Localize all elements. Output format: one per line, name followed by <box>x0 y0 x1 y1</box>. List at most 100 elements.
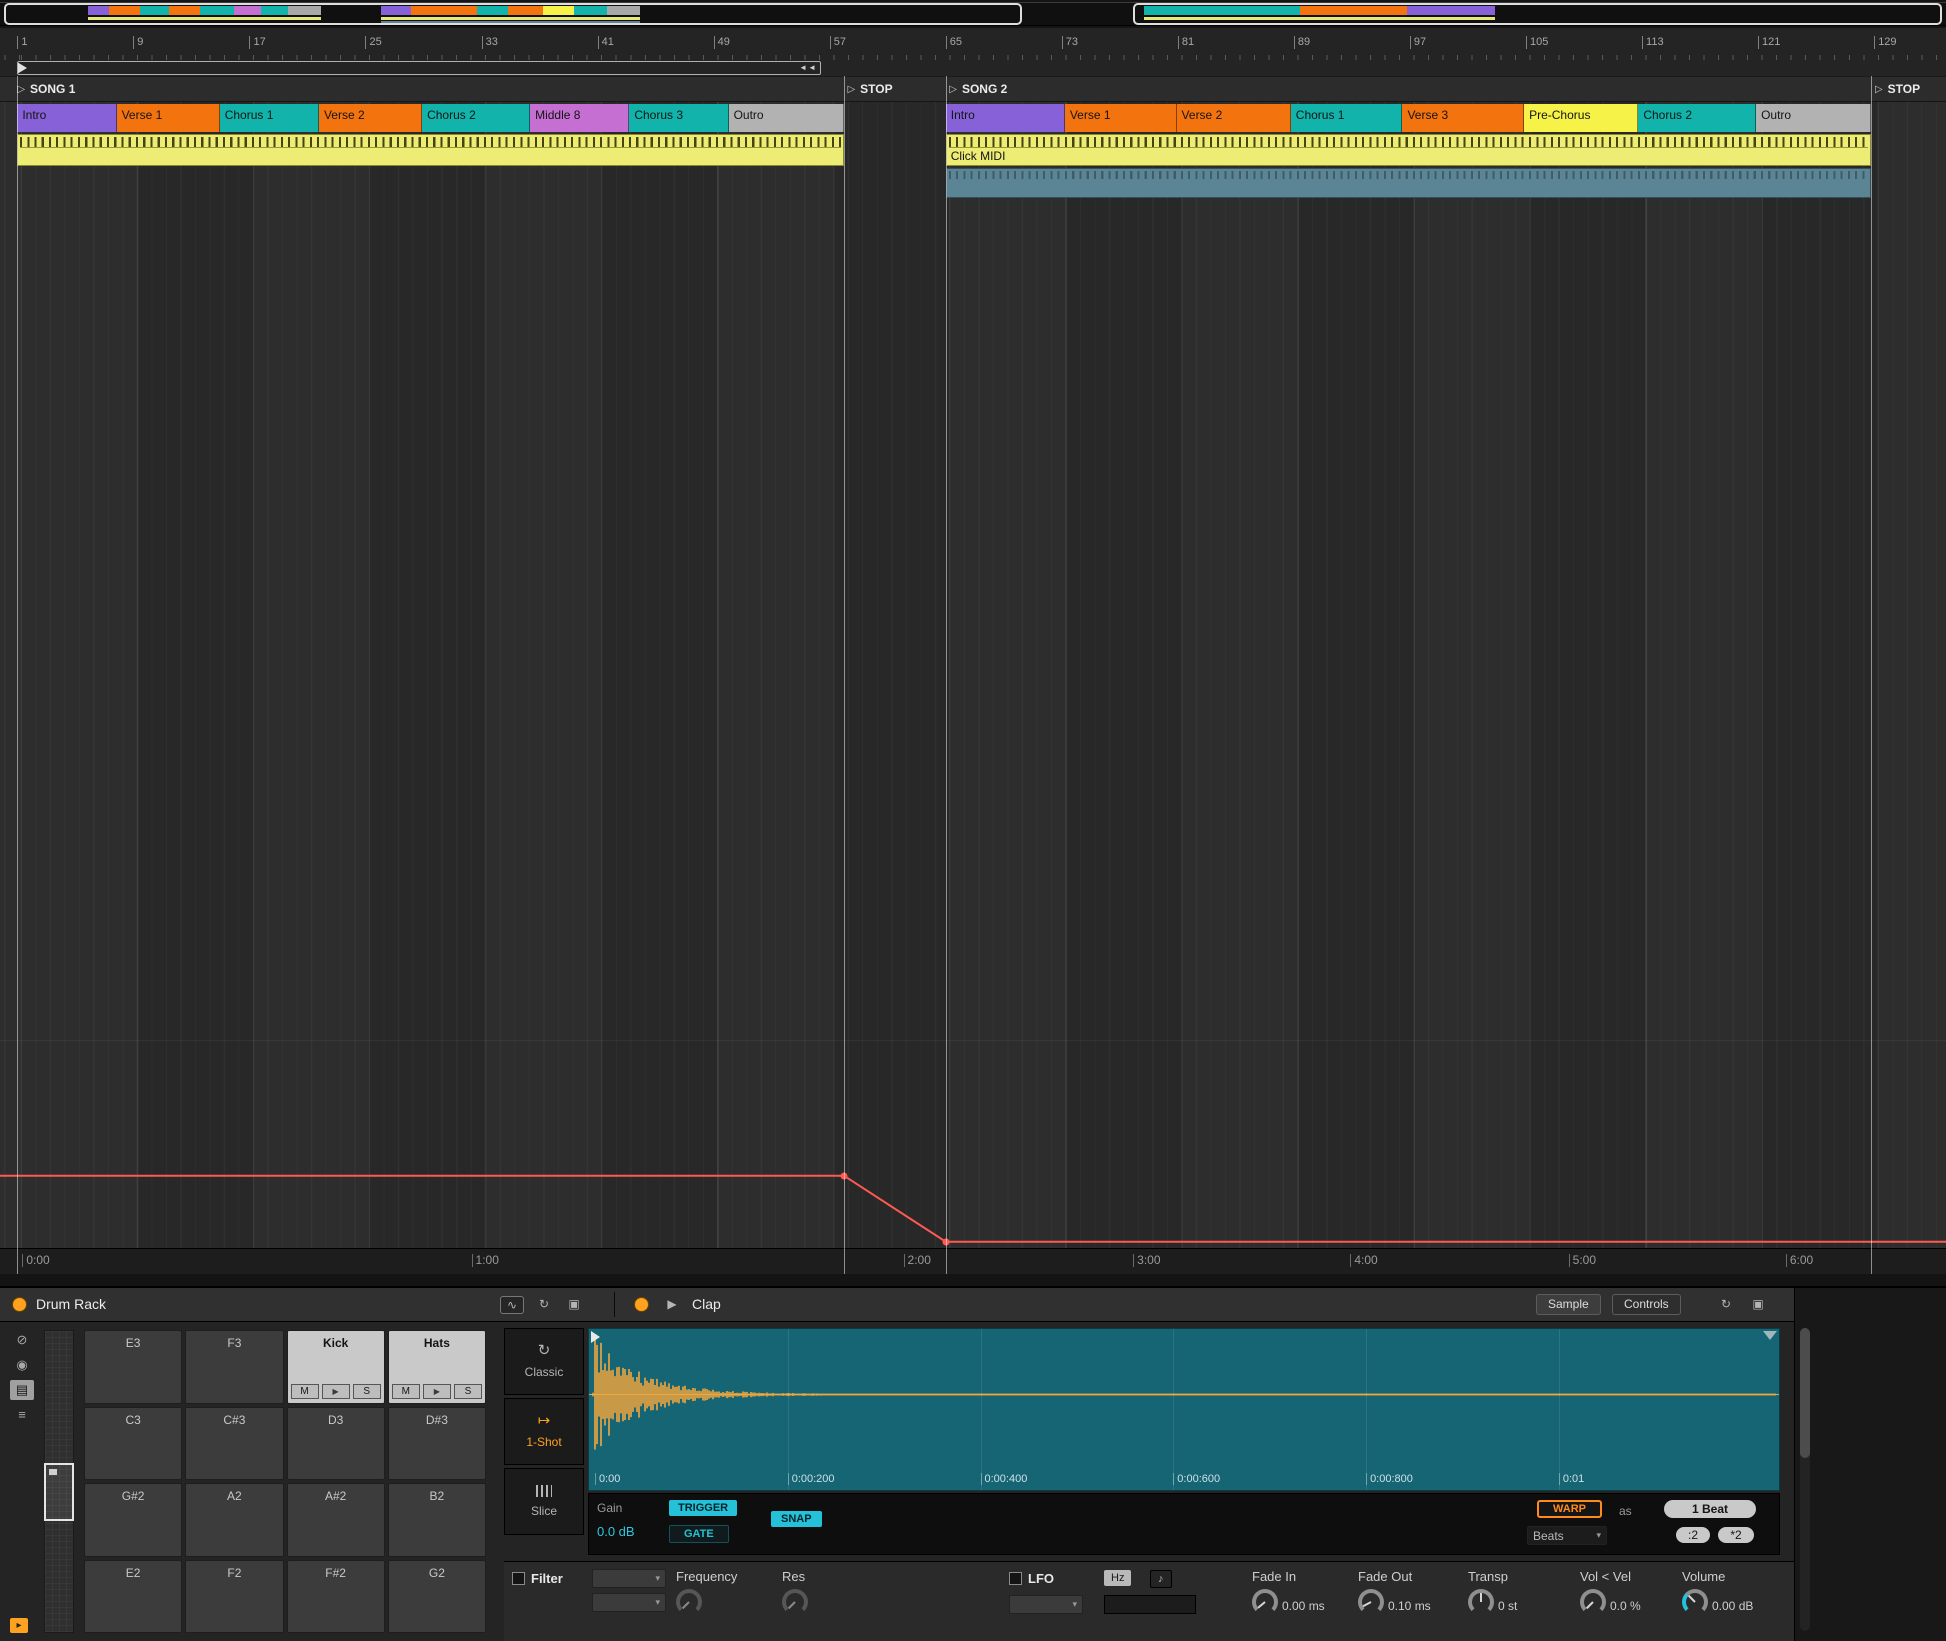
receive-icon[interactable]: ◉ <box>10 1355 34 1375</box>
section-clip-chorus-2[interactable]: Chorus 2 <box>1638 104 1756 132</box>
pad-solo-button[interactable]: S <box>353 1384 381 1399</box>
fold-device-button[interactable]: ▸ <box>10 1618 28 1633</box>
pad-play-icon[interactable]: ▶ <box>322 1384 350 1399</box>
time-ruler[interactable]: 0:001:002:003:004:005:006:00 <box>0 1248 1946 1274</box>
pad-play-icon[interactable]: ▶ <box>423 1384 451 1399</box>
section-clip-verse-2[interactable]: Verse 2 <box>1177 104 1291 132</box>
lfo-shape-select[interactable]: ▾ <box>1009 1595 1083 1614</box>
loop-brace[interactable]: ◄◄ <box>17 61 821 75</box>
save-preset-icon[interactable]: ▣ <box>562 1296 586 1314</box>
lfo-hz-button[interactable]: Hz <box>1104 1570 1131 1586</box>
filter-type-select[interactable]: ▾ <box>592 1569 666 1588</box>
transpose-knob[interactable] <box>1468 1589 1494 1615</box>
volume-value[interactable]: 0.00 dB <box>1712 1599 1753 1615</box>
hot-swap-icon[interactable]: ↻ <box>532 1296 556 1314</box>
section-clip-middle-8[interactable]: Middle 8 <box>530 104 629 132</box>
mode-classic-button[interactable]: ↻ Classic <box>504 1328 584 1395</box>
click-midi-clip[interactable]: Click MIDI <box>946 134 1872 166</box>
section-clip-chorus-1[interactable]: Chorus 1 <box>1291 104 1403 132</box>
mode-slice-button[interactable]: Slice <box>504 1468 584 1535</box>
locator-stop[interactable]: ▷STOP <box>847 77 892 101</box>
arrangement-grid[interactable] <box>0 200 1946 1248</box>
chain-list-icon[interactable]: ≡ <box>10 1405 34 1425</box>
drum-pad-e3[interactable]: E3 <box>84 1330 182 1404</box>
fade-in-value[interactable]: 0.00 ms <box>1282 1599 1325 1615</box>
drum-pad-f-2[interactable]: F#2 <box>287 1560 385 1634</box>
warp-button[interactable]: WARP <box>1537 1500 1602 1518</box>
frequency-knob[interactable] <box>676 1589 702 1615</box>
section-clip-verse-2[interactable]: Verse 2 <box>319 104 422 132</box>
audio-clip[interactable] <box>946 168 1872 198</box>
locator-song-1[interactable]: ▷SONG 1 <box>17 77 75 101</box>
section-clip-chorus-3[interactable]: Chorus 3 <box>629 104 728 132</box>
drum-pad-g2[interactable]: G2 <box>388 1560 486 1634</box>
lfo-checkbox[interactable] <box>1009 1572 1022 1585</box>
section-clip-verse-1[interactable]: Verse 1 <box>117 104 220 132</box>
volume-knob[interactable] <box>1682 1589 1708 1615</box>
macro-wave-icon[interactable]: ∿ <box>500 1296 524 1314</box>
lfo-rate-field[interactable] <box>1104 1595 1196 1614</box>
gate-button[interactable]: GATE <box>669 1525 729 1543</box>
section-clip-verse-3[interactable]: Verse 3 <box>1402 104 1524 132</box>
pad-mute-button[interactable]: M <box>392 1384 420 1399</box>
drum-pad-f3[interactable]: F3 <box>185 1330 283 1404</box>
overview-view-box[interactable] <box>1133 3 1943 25</box>
mode-one-shot-button[interactable]: ↦ 1-Shot <box>504 1398 584 1465</box>
fade-out-value[interactable]: 0.10 ms <box>1388 1599 1431 1615</box>
drum-pad-d-3[interactable]: D#3 <box>388 1407 486 1481</box>
drum-pad-kick[interactable]: KickM▶S <box>287 1330 385 1404</box>
vol-vel-knob[interactable] <box>1580 1589 1606 1615</box>
drum-pad-b2[interactable]: B2 <box>388 1483 486 1557</box>
filter-slope-select[interactable]: ▾ <box>592 1593 666 1612</box>
bar-ruler[interactable]: ◄◄ 191725334149576573818997105113121129 <box>0 34 1946 76</box>
click-midi-clip[interactable] <box>17 134 844 166</box>
section-clip-outro[interactable]: Outro <box>1756 104 1871 132</box>
waveform-display[interactable]: 0:000:00:2000:00:4000:00:6000:00:8000:01 <box>588 1328 1780 1491</box>
hot-swap-icon[interactable]: ↻ <box>1714 1296 1738 1314</box>
section-clip-pre-chorus[interactable]: Pre-Chorus <box>1524 104 1638 132</box>
drum-pad-g-2[interactable]: G#2 <box>84 1483 182 1557</box>
clap-on-toggle[interactable] <box>634 1297 649 1312</box>
vertical-scrollbar[interactable] <box>1800 1328 1810 1631</box>
section-clip-verse-1[interactable]: Verse 1 <box>1065 104 1177 132</box>
res-knob[interactable] <box>782 1589 808 1615</box>
warp-size-button[interactable]: 1 Beat <box>1664 1500 1756 1518</box>
drum-pad-f2[interactable]: F2 <box>185 1560 283 1634</box>
fade-handle[interactable] <box>1763 1331 1777 1340</box>
tab-sample[interactable]: Sample <box>1536 1294 1601 1315</box>
double-tempo-button[interactable]: *2 <box>1718 1527 1754 1543</box>
drum-pad-a2[interactable]: A2 <box>185 1483 283 1557</box>
pad-solo-button[interactable]: S <box>454 1384 482 1399</box>
sample-start-marker[interactable] <box>591 1331 600 1343</box>
section-clip-intro[interactable]: Intro <box>17 104 116 132</box>
fade-in-knob[interactable] <box>1252 1589 1278 1615</box>
fade-out-knob[interactable] <box>1358 1589 1384 1615</box>
section-clip-intro[interactable]: Intro <box>946 104 1065 132</box>
io-routing-icon[interactable]: ⊘ <box>10 1330 34 1350</box>
pad-mute-button[interactable]: M <box>291 1384 319 1399</box>
lfo-sync-note-button[interactable]: ♪ <box>1150 1570 1172 1588</box>
drum-pad-hats[interactable]: HatsM▶S <box>388 1330 486 1404</box>
filter-checkbox[interactable] <box>512 1572 525 1585</box>
overview-strip[interactable] <box>0 2 1946 26</box>
section-clip-chorus-1[interactable]: Chorus 1 <box>220 104 319 132</box>
locator-song-2[interactable]: ▷SONG 2 <box>949 77 1007 101</box>
drum-pad-a-2[interactable]: A#2 <box>287 1483 385 1557</box>
pad-view-icon[interactable]: ▤ <box>10 1380 34 1400</box>
snap-button[interactable]: SNAP <box>771 1511 822 1527</box>
transpose-value[interactable]: 0 st <box>1498 1599 1517 1615</box>
scroll-arrows-icon[interactable]: ◄◄ <box>799 62 817 74</box>
drum-rack-on-toggle[interactable] <box>12 1297 27 1312</box>
half-tempo-button[interactable]: :2 <box>1676 1527 1710 1543</box>
drum-pad-d3[interactable]: D3 <box>287 1407 385 1481</box>
drum-pad-e2[interactable]: E2 <box>84 1560 182 1634</box>
warp-mode-select[interactable]: Beats ▾ <box>1527 1526 1607 1545</box>
tab-controls[interactable]: Controls <box>1612 1294 1681 1315</box>
overview-view-box[interactable] <box>4 3 1022 25</box>
clap-play-icon[interactable]: ▶ <box>660 1296 684 1314</box>
section-clip-chorus-2[interactable]: Chorus 2 <box>422 104 530 132</box>
pad-bank-handle[interactable] <box>44 1463 74 1521</box>
vol-vel-value[interactable]: 0.0 % <box>1610 1599 1641 1615</box>
section-clip-outro[interactable]: Outro <box>729 104 844 132</box>
pad-bank-overview[interactable] <box>44 1330 74 1633</box>
